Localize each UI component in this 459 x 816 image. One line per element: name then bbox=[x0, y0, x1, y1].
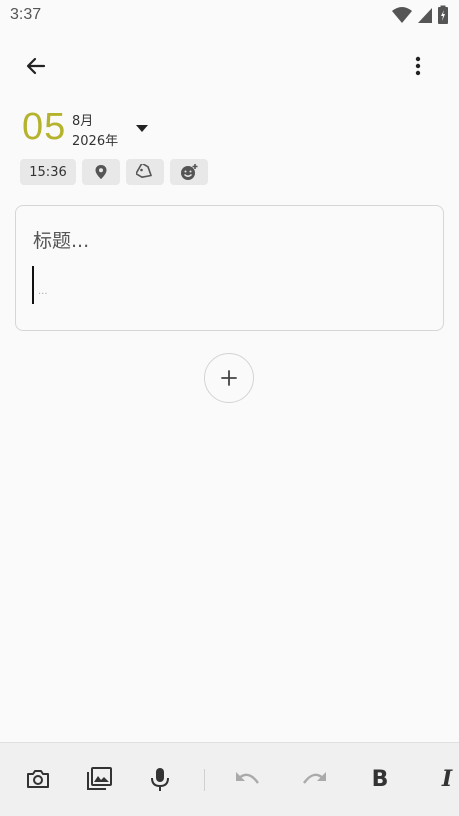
location-chip[interactable] bbox=[82, 159, 120, 185]
voice-button[interactable] bbox=[138, 757, 182, 801]
image-icon bbox=[87, 767, 112, 790]
title-input[interactable]: 标题... bbox=[33, 226, 89, 253]
meta-chips: 15:36 bbox=[20, 159, 208, 185]
redo-icon bbox=[303, 772, 326, 784]
gallery-button[interactable] bbox=[77, 757, 121, 801]
note-editor[interactable]: 标题... ... bbox=[15, 205, 444, 331]
more-vert-icon bbox=[415, 56, 421, 76]
tag-chip[interactable] bbox=[126, 159, 164, 185]
date-day: 05 bbox=[22, 106, 67, 148]
toolbar-divider bbox=[204, 769, 205, 791]
wifi-icon bbox=[392, 7, 412, 23]
time-chip[interactable]: 15:36 bbox=[20, 159, 76, 185]
text-cursor bbox=[32, 266, 34, 304]
plus-icon bbox=[221, 370, 237, 386]
battery-icon bbox=[438, 5, 448, 24]
date-year: 2026年 bbox=[72, 134, 119, 149]
status-icons bbox=[391, 5, 449, 25]
arrow-left-icon bbox=[26, 57, 46, 75]
caret-down-icon[interactable] bbox=[134, 122, 150, 134]
mood-add-icon bbox=[181, 164, 198, 180]
undo-icon bbox=[236, 772, 259, 784]
status-bar: 3:37 bbox=[0, 0, 459, 32]
signal-icon bbox=[418, 8, 432, 23]
undo-button[interactable] bbox=[226, 757, 270, 801]
body-input[interactable]: ... bbox=[38, 286, 48, 297]
camera-button[interactable] bbox=[16, 757, 60, 801]
italic-icon: I bbox=[441, 766, 453, 792]
bottom-toolbar: B I bbox=[0, 742, 459, 816]
bold-button[interactable]: B bbox=[358, 757, 402, 801]
mic-icon bbox=[151, 768, 169, 791]
bold-icon: B bbox=[371, 766, 389, 792]
mood-chip[interactable] bbox=[170, 159, 208, 185]
date-month: 8月 bbox=[72, 114, 94, 129]
back-button[interactable] bbox=[14, 44, 58, 88]
italic-button[interactable]: I bbox=[425, 757, 459, 801]
location-pin-icon bbox=[95, 165, 107, 179]
camera-icon bbox=[27, 770, 49, 788]
redo-button[interactable] bbox=[292, 757, 336, 801]
add-block-button[interactable] bbox=[204, 353, 254, 403]
more-options-button[interactable] bbox=[396, 44, 440, 88]
time-chip-label: 15:36 bbox=[29, 164, 67, 180]
status-time: 3:37 bbox=[10, 6, 42, 23]
tag-icon bbox=[136, 164, 152, 178]
